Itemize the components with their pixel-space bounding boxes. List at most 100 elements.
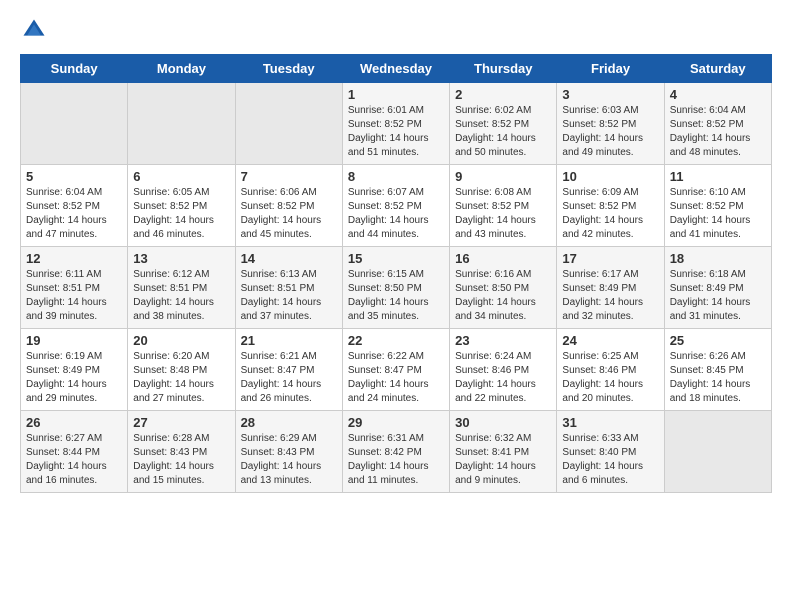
cell-info: Sunrise: 6:17 AM Sunset: 8:49 PM Dayligh… xyxy=(562,268,658,324)
day-number: 7 xyxy=(241,169,337,184)
day-number: 17 xyxy=(562,251,658,266)
calendar-cell: 11 Sunrise: 6:10 AM Sunset: 8:52 PM Dayli… xyxy=(664,165,771,247)
calendar-cell: 23Sunrise: 6:24 AM Sunset: 8:46 PM Dayli… xyxy=(450,329,557,411)
week-row-2: 5 Sunrise: 6:04 AM Sunset: 8:52 PM Daylig… xyxy=(21,165,772,247)
cell-info: Sunrise: 6:12 AM Sunset: 8:51 PM Dayligh… xyxy=(133,268,229,324)
calendar-cell: 8 Sunrise: 6:07 AM Sunset: 8:52 PM Daylig… xyxy=(342,165,449,247)
cell-info: Sunrise: 6:25 AM Sunset: 8:46 PM Dayligh… xyxy=(562,350,658,406)
calendar-cell: 31 Sunrise: 6:33 AM Sunset: 8:40 PM Dayli… xyxy=(557,411,664,493)
calendar-cell: 24 Sunrise: 6:25 AM Sunset: 8:46 PM Dayli… xyxy=(557,329,664,411)
calendar-cell: 6 Sunrise: 6:05 AM Sunset: 8:52 PM Daylig… xyxy=(128,165,235,247)
calendar-cell: 4Sunrise: 6:04 AM Sunset: 8:52 PM Daylig… xyxy=(664,83,771,165)
cell-info: Sunrise: 6:27 AM Sunset: 8:44 PM Dayligh… xyxy=(26,432,122,488)
calendar-cell: 22 Sunrise: 6:22 AM Sunset: 8:47 PM Dayli… xyxy=(342,329,449,411)
weekday-saturday: Saturday xyxy=(664,55,771,83)
day-number: 19 xyxy=(26,333,122,348)
cell-info: Sunrise: 6:21 AM Sunset: 8:47 PM Dayligh… xyxy=(241,350,337,406)
calendar-cell: 30 Sunrise: 6:32 AM Sunset: 8:41 PM Dayli… xyxy=(450,411,557,493)
day-number: 14 xyxy=(241,251,337,266)
logo-icon xyxy=(20,16,48,44)
calendar-cell xyxy=(128,83,235,165)
calendar-cell: 29 Sunrise: 6:31 AM Sunset: 8:42 PM Dayli… xyxy=(342,411,449,493)
day-number: 15 xyxy=(348,251,444,266)
logo xyxy=(20,16,52,44)
calendar-cell: 25 Sunrise: 6:26 AM Sunset: 8:45 PM Dayli… xyxy=(664,329,771,411)
calendar-cell: 27 Sunrise: 6:28 AM Sunset: 8:43 PM Dayli… xyxy=(128,411,235,493)
day-number: 22 xyxy=(348,333,444,348)
day-number: 6 xyxy=(133,169,229,184)
calendar-cell: 9Sunrise: 6:08 AM Sunset: 8:52 PM Daylig… xyxy=(450,165,557,247)
day-number: 26 xyxy=(26,415,122,430)
day-number: 27 xyxy=(133,415,229,430)
calendar-cell xyxy=(664,411,771,493)
cell-info: Sunrise: 6:32 AM Sunset: 8:41 PM Dayligh… xyxy=(455,432,551,488)
calendar-cell: 3 Sunrise: 6:03 AM Sunset: 8:52 PM Daylig… xyxy=(557,83,664,165)
cell-info: Sunrise: 6:03 AM Sunset: 8:52 PM Dayligh… xyxy=(562,104,658,160)
day-number: 3 xyxy=(562,87,658,102)
cell-info: Sunrise: 6:24 AM Sunset: 8:46 PM Dayligh… xyxy=(455,350,551,406)
cell-info: Sunrise: 6:05 AM Sunset: 8:52 PM Dayligh… xyxy=(133,186,229,242)
cell-info: Sunrise: 6:13 AM Sunset: 8:51 PM Dayligh… xyxy=(241,268,337,324)
calendar-cell: 16 Sunrise: 6:16 AM Sunset: 8:50 PM Dayli… xyxy=(450,247,557,329)
day-number: 24 xyxy=(562,333,658,348)
calendar-table: SundayMondayTuesdayWednesdayThursdayFrid… xyxy=(20,54,772,493)
cell-info: Sunrise: 6:07 AM Sunset: 8:52 PM Dayligh… xyxy=(348,186,444,242)
cell-info: Sunrise: 6:20 AM Sunset: 8:48 PM Dayligh… xyxy=(133,350,229,406)
cell-info: Sunrise: 6:09 AM Sunset: 8:52 PM Dayligh… xyxy=(562,186,658,242)
week-row-4: 19 Sunrise: 6:19 AM Sunset: 8:49 PM Dayli… xyxy=(21,329,772,411)
cell-info: Sunrise: 6:04 AM Sunset: 8:52 PM Dayligh… xyxy=(26,186,122,242)
calendar-cell xyxy=(21,83,128,165)
cell-info: Sunrise: 6:19 AM Sunset: 8:49 PM Dayligh… xyxy=(26,350,122,406)
cell-info: Sunrise: 6:31 AM Sunset: 8:42 PM Dayligh… xyxy=(348,432,444,488)
calendar-cell: 21 Sunrise: 6:21 AM Sunset: 8:47 PM Dayli… xyxy=(235,329,342,411)
day-number: 21 xyxy=(241,333,337,348)
day-number: 31 xyxy=(562,415,658,430)
weekday-tuesday: Tuesday xyxy=(235,55,342,83)
day-number: 8 xyxy=(348,169,444,184)
weekday-header-row: SundayMondayTuesdayWednesdayThursdayFrid… xyxy=(21,55,772,83)
weekday-thursday: Thursday xyxy=(450,55,557,83)
weekday-friday: Friday xyxy=(557,55,664,83)
calendar-cell: 26 Sunrise: 6:27 AM Sunset: 8:44 PM Dayli… xyxy=(21,411,128,493)
calendar-cell: 12 Sunrise: 6:11 AM Sunset: 8:51 PM Dayli… xyxy=(21,247,128,329)
day-number: 28 xyxy=(241,415,337,430)
day-number: 29 xyxy=(348,415,444,430)
day-number: 13 xyxy=(133,251,229,266)
day-number: 5 xyxy=(26,169,122,184)
calendar-cell: 19 Sunrise: 6:19 AM Sunset: 8:49 PM Dayli… xyxy=(21,329,128,411)
cell-info: Sunrise: 6:01 AM Sunset: 8:52 PM Dayligh… xyxy=(348,104,444,160)
day-number: 11 xyxy=(670,169,766,184)
calendar-cell: 7Sunrise: 6:06 AM Sunset: 8:52 PM Daylig… xyxy=(235,165,342,247)
day-number: 18 xyxy=(670,251,766,266)
calendar-cell: 10 Sunrise: 6:09 AM Sunset: 8:52 PM Dayli… xyxy=(557,165,664,247)
day-number: 10 xyxy=(562,169,658,184)
day-number: 4 xyxy=(670,87,766,102)
day-number: 25 xyxy=(670,333,766,348)
day-number: 2 xyxy=(455,87,551,102)
cell-info: Sunrise: 6:02 AM Sunset: 8:52 PM Dayligh… xyxy=(455,104,551,160)
calendar-cell: 2 Sunrise: 6:02 AM Sunset: 8:52 PM Daylig… xyxy=(450,83,557,165)
week-row-5: 26 Sunrise: 6:27 AM Sunset: 8:44 PM Dayli… xyxy=(21,411,772,493)
calendar-cell: 14 Sunrise: 6:13 AM Sunset: 8:51 PM Dayli… xyxy=(235,247,342,329)
day-number: 1 xyxy=(348,87,444,102)
cell-info: Sunrise: 6:18 AM Sunset: 8:49 PM Dayligh… xyxy=(670,268,766,324)
calendar-cell: 5 Sunrise: 6:04 AM Sunset: 8:52 PM Daylig… xyxy=(21,165,128,247)
cell-info: Sunrise: 6:28 AM Sunset: 8:43 PM Dayligh… xyxy=(133,432,229,488)
cell-info: Sunrise: 6:26 AM Sunset: 8:45 PM Dayligh… xyxy=(670,350,766,406)
header xyxy=(20,16,772,44)
calendar-cell: 20 Sunrise: 6:20 AM Sunset: 8:48 PM Dayli… xyxy=(128,329,235,411)
day-number: 16 xyxy=(455,251,551,266)
day-number: 20 xyxy=(133,333,229,348)
day-number: 12 xyxy=(26,251,122,266)
cell-info: Sunrise: 6:22 AM Sunset: 8:47 PM Dayligh… xyxy=(348,350,444,406)
calendar-cell: 18 Sunrise: 6:18 AM Sunset: 8:49 PM Dayli… xyxy=(664,247,771,329)
cell-info: Sunrise: 6:11 AM Sunset: 8:51 PM Dayligh… xyxy=(26,268,122,324)
cell-info: Sunrise: 6:10 AM Sunset: 8:52 PM Dayligh… xyxy=(670,186,766,242)
calendar-cell xyxy=(235,83,342,165)
cell-info: Sunrise: 6:33 AM Sunset: 8:40 PM Dayligh… xyxy=(562,432,658,488)
day-number: 30 xyxy=(455,415,551,430)
cell-info: Sunrise: 6:16 AM Sunset: 8:50 PM Dayligh… xyxy=(455,268,551,324)
week-row-3: 12 Sunrise: 6:11 AM Sunset: 8:51 PM Dayli… xyxy=(21,247,772,329)
day-number: 9 xyxy=(455,169,551,184)
weekday-monday: Monday xyxy=(128,55,235,83)
